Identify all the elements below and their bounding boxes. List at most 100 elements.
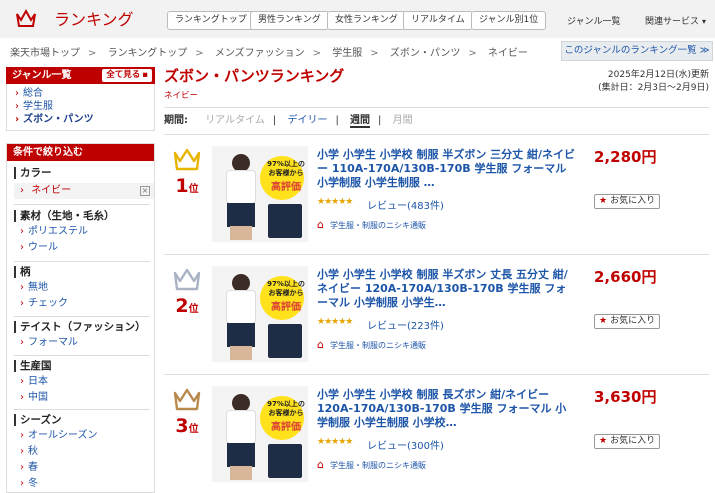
breadcrumb-item[interactable]: メンズファッション	[215, 48, 305, 59]
review-badge: 97%以上の お客様から 高評価	[267, 280, 305, 313]
rank-badge: 3位	[168, 386, 206, 441]
row-divider	[164, 254, 709, 255]
filter-section-title: テイスト（ファッション）	[14, 321, 154, 333]
period-monthly[interactable]: 月間	[393, 115, 413, 126]
genre-ranking-list-button[interactable]: このジャンルのランキング一覧 ≫	[561, 41, 713, 61]
filter-section-color: カラー ネイビー ×	[14, 167, 154, 199]
nav-genre-first[interactable]: ジャンル別1位	[471, 11, 547, 30]
period-weekly[interactable]: 週間	[350, 115, 371, 128]
divider	[14, 261, 150, 262]
divider	[14, 355, 150, 356]
filter-section-material: 素材（生地・毛糸） ポリエステル ウール	[14, 210, 154, 256]
filter-section-season: シーズン オールシーズン 秋 春 冬	[14, 414, 154, 492]
divider	[14, 316, 150, 317]
breadcrumb-item[interactable]: ネイビー	[488, 48, 528, 59]
star-rating-icon: ★★★★★	[317, 197, 353, 207]
page-title: ズボン・パンツランキング	[164, 67, 345, 85]
row-divider	[164, 374, 709, 375]
product-price: 2,660円	[594, 268, 657, 286]
see-all-button[interactable]: 全て見る	[102, 69, 152, 82]
filter-item-winter[interactable]: 冬	[14, 476, 154, 492]
rank-number: 2位	[175, 295, 199, 317]
filter-section-title: カラー	[14, 167, 154, 179]
filter-item-autumn[interactable]: 秋	[14, 444, 154, 460]
rank-badge: 1位	[168, 146, 206, 201]
product-image[interactable]: 97%以上の お客様から 高評価	[212, 146, 308, 242]
period-realtime[interactable]: リアルタイム	[205, 115, 265, 126]
star-rating-icon: ★★★★★	[317, 317, 353, 327]
genre-item-all[interactable]: 総合	[15, 87, 154, 100]
breadcrumb-item[interactable]: 楽天市場トップ	[10, 48, 80, 59]
review-count-link[interactable]: レビュー(300件)	[367, 437, 444, 452]
product-name-link[interactable]: 小学 小学生 小学校 制服 長ズボン 紺/ネイビー 120A-170A/130B…	[317, 388, 575, 430]
genre-list-heading: ジャンル一覧 全て見る	[6, 67, 155, 84]
update-info: 2025年2月12日(水)更新 (集計日：2月3日～2月9日)	[598, 69, 709, 95]
product-image[interactable]: 97%以上の お客様から 高評価	[212, 266, 308, 362]
filter-item-formal[interactable]: フォーマル	[14, 335, 154, 351]
ranking-logo[interactable]: ランキング	[14, 6, 134, 30]
filter-item-label: ネイビー	[31, 185, 72, 196]
related-services-link[interactable]: 関連サービス	[645, 14, 706, 27]
nav-realtime[interactable]: リアルタイム	[403, 11, 473, 30]
nav-ranking-top[interactable]: ランキングトップ	[167, 11, 255, 30]
page-subtitle: ネイビー	[164, 91, 199, 101]
rank-number: 3位	[175, 415, 199, 437]
product-price: 2,280円	[594, 148, 657, 166]
product-name-link[interactable]: 小学 小学生 小学校 制服 半ズボン 丈長 五分丈 紺/ネイビー 120A-17…	[317, 268, 575, 310]
filter-item-all-season[interactable]: オールシーズン	[14, 428, 154, 444]
review-badge: 97%以上の お客様から 高評価	[267, 160, 305, 193]
product-image[interactable]: 97%以上の お客様から 高評価	[212, 386, 308, 482]
filter-section-title: 生産国	[14, 360, 154, 372]
breadcrumb-item[interactable]: ズボン・パンツ	[390, 48, 461, 59]
updated-date: 2025年2月12日(水)更新	[607, 70, 709, 80]
period-selector: 期間: リアルタイム | デイリー | 週間 | 月間	[164, 107, 709, 135]
review-count-link[interactable]: レビュー(483件)	[367, 197, 444, 212]
genre-list-link[interactable]: ジャンル一覧	[567, 14, 621, 27]
filter-item-navy[interactable]: ネイビー ×	[14, 183, 154, 199]
genre-item-uniform[interactable]: 学生服	[15, 100, 154, 113]
genre-list: 総合 学生服 ズボン・パンツ	[6, 84, 155, 131]
filter-item-polyester[interactable]: ポリエステル	[14, 224, 154, 240]
breadcrumb: 楽天市場トップ > ランキングトップ > メンズファッション > 学生服 > ズボン・パ…	[10, 48, 528, 59]
filter-item-spring[interactable]: 春	[14, 460, 154, 476]
aggregation-period: (集計日：2月3日～2月9日)	[598, 83, 709, 93]
review-badge: 97%以上の お客様から 高評価	[267, 400, 305, 433]
favorite-button[interactable]: お気に入り	[594, 194, 660, 209]
divider	[14, 409, 150, 410]
filter-section-title: 素材（生地・毛糸）	[14, 210, 154, 222]
shop-link[interactable]: 学生服・制服のニシキ通販	[317, 338, 426, 351]
period-daily[interactable]: デイリー	[287, 115, 327, 126]
top-header: ランキング ランキングトップ 男性ランキング 女性ランキング リアルタイム ジャ…	[0, 0, 715, 38]
genre-list-title: ジャンル一覧	[12, 70, 72, 81]
genre-item-pants[interactable]: ズボン・パンツ	[15, 113, 154, 126]
filter-panel: 条件で絞り込む カラー ネイビー × 素材（生地・毛糸） ポリエステル ウール …	[6, 143, 155, 493]
period-label: 期間:	[164, 115, 188, 126]
shop-link[interactable]: 学生服・制服のニシキ通販	[317, 218, 426, 231]
nav-male-ranking[interactable]: 男性ランキング	[250, 11, 329, 30]
filter-item-japan[interactable]: 日本	[14, 374, 154, 390]
filter-item-china[interactable]: 中国	[14, 390, 154, 406]
product-price: 3,630円	[594, 388, 657, 406]
favorite-button[interactable]: お気に入り	[594, 434, 660, 449]
product-name-link[interactable]: 小学 小学生 小学校 制服 半ズボン 三分丈 紺/ネイビー 110A-170A/…	[317, 148, 575, 190]
rank-badge: 2位	[168, 266, 206, 321]
crown-icon	[173, 148, 201, 171]
genre-sidebar: ジャンル一覧 全て見る 総合 学生服 ズボン・パンツ	[6, 67, 155, 131]
crown-icon	[173, 268, 201, 291]
review-count-link[interactable]: レビュー(223件)	[367, 317, 444, 332]
star-rating-icon: ★★★★★	[317, 437, 353, 447]
filter-item-wool[interactable]: ウール	[14, 240, 154, 256]
filter-section-origin: 生産国 日本 中国	[14, 360, 154, 406]
favorite-button[interactable]: お気に入り	[594, 314, 660, 329]
nav-female-ranking[interactable]: 女性ランキング	[327, 11, 406, 30]
filter-item-plain[interactable]: 無地	[14, 280, 154, 296]
remove-filter-icon[interactable]: ×	[140, 186, 150, 196]
breadcrumb-item[interactable]: 学生服	[332, 48, 362, 59]
filter-section-title: シーズン	[14, 414, 154, 426]
filter-item-check[interactable]: チェック	[14, 296, 154, 312]
divider	[14, 204, 150, 205]
rank-number: 1位	[175, 175, 199, 197]
shop-link[interactable]: 学生服・制服のニシキ通販	[317, 458, 426, 471]
filter-section-taste: テイスト（ファッション） フォーマル	[14, 321, 154, 351]
breadcrumb-item[interactable]: ランキングトップ	[108, 48, 188, 59]
